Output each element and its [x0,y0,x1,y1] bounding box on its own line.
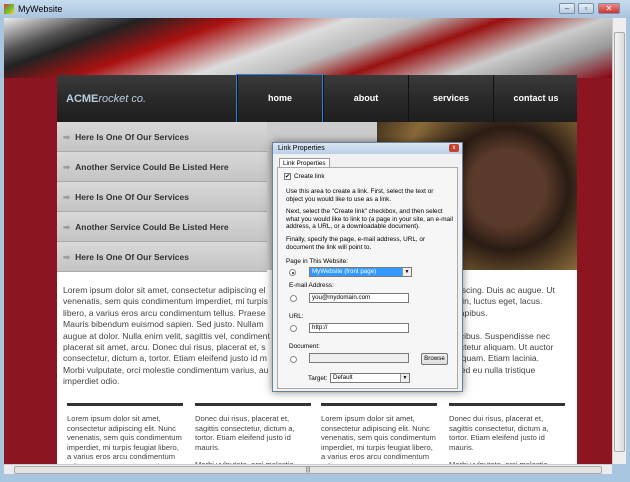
arrow-icon: ➡ [63,162,71,172]
logo-bold: ACME [66,93,99,105]
minimize-button[interactable]: – [559,3,575,14]
link-properties-dialog: Link Properties x Link Properties ✔ Crea… [272,142,463,392]
app-icon [4,4,14,14]
window-titlebar: MyWebsite – ▫ ✕ [0,0,630,18]
dialog-title: Link Properties [273,143,462,154]
document-field[interactable] [309,353,409,363]
body-text-line: venenatis, sem quis condimentum imperdie… [63,296,268,307]
body-text-line [455,376,555,387]
scroll-thumb[interactable] [614,32,625,452]
vertical-scrollbar[interactable] [612,18,626,464]
page-radio[interactable] [289,269,296,276]
column-4: Donec dui risus, placerat et, sagittis c… [449,403,565,464]
body-text-line: it quam. Etiam lacinia. [455,353,540,364]
body-text-line: placerat sit amet, arcu. Donec dui risus… [63,342,266,353]
nav-services[interactable]: services [408,75,493,122]
url-radio[interactable] [290,325,297,332]
chevron-down-icon: ▼ [400,374,409,382]
services-list: ➡ Here Is One Of Our Services ➡ Another Se… [57,122,267,272]
body-text-line: Mauris bibendum euismod sapien. Sed just… [63,319,264,330]
service-label: Here Is One Of Our Services [75,132,189,142]
body-text-right: piscing. Duis ac augue. Ut n in, luctus e… [455,285,555,388]
arrow-icon: ➡ [63,252,71,262]
logo: ACMErocket co. [66,93,146,105]
scroll-thumb[interactable]: ||| [14,466,602,474]
create-link-checkbox[interactable]: ✔ [284,173,291,180]
create-link-label: Create link [294,173,325,180]
horizontal-scrollbar[interactable]: ||| [4,464,612,474]
body-text-line: n in, luctus eget, lacus. [455,296,543,307]
arrow-icon: ➡ [63,192,71,202]
body-text-line: Lorem ipsum dolor sit amet, consectetur … [63,285,266,295]
arrow-icon: ➡ [63,222,71,232]
dialog-close-button[interactable]: x [449,144,459,152]
service-label: Another Service Could Be Listed Here [75,222,229,232]
url-label: URL: [289,313,304,320]
column-paragraph: Lorem ipsum dolor sit amet, consectetur … [321,414,436,464]
body-text-line: Sed eu nulla tristique [455,364,536,375]
service-item[interactable]: ➡ Here Is One Of Our Services [57,242,267,272]
body-text-left: Lorem ipsum dolor sit amet, consectetur … [63,285,270,388]
service-item[interactable]: ➡ Another Service Could Be Listed Here [57,212,267,242]
service-label: Here Is One Of Our Services [75,252,189,262]
service-item[interactable]: ➡ Another Service Could Be Listed Here [57,152,267,182]
close-button[interactable]: ✕ [598,3,620,14]
maximize-button[interactable]: ▫ [578,3,594,14]
help-text-1: Use this area to create a link. First, s… [286,188,434,203]
column-paragraph: Lorem ipsum dolor sit amet, consectetur … [67,414,182,464]
body-text-line: consectetur, dictum a, tortor. Etiam ele… [63,353,267,364]
header-banner-image [4,18,612,78]
column-2: Donec dui risus, placerat et, sagittis c… [195,403,311,464]
body-text-line: Morbi vulputate, orci molestie condiment… [63,364,269,375]
email-label: E-mail Address: [289,282,334,289]
body-text-line: augue at dolor. Nulla enim velit, sagitt… [63,330,270,341]
logo-italic: rocket co. [98,93,147,105]
chevron-down-icon: ▼ [402,268,411,276]
column-paragraph: Donec dui risus, placerat et, sagittis c… [195,414,295,452]
window-title: MyWebsite [18,4,63,14]
page-select[interactable]: MyWebsite (front page) ▼ [309,267,412,277]
body-text-line: ectetur aliquam. Ut auctor [455,342,554,353]
url-field[interactable]: http:// [309,323,409,333]
service-label: Here Is One Of Our Services [75,192,189,202]
nav-about[interactable]: about [323,75,408,122]
body-text-line: piscing. Duis ac augue. Ut [455,285,555,295]
nav-contact-us[interactable]: contact us [493,75,578,122]
document-radio[interactable] [290,356,297,363]
column-1: Lorem ipsum dolor sit amet, consectetur … [67,403,183,464]
body-text-line [455,319,555,330]
dialog-panel: ✔ Create link Use this area to create a … [277,167,458,389]
target-select-value: Default [333,374,353,381]
body-text-line: dapibus. [455,307,488,318]
service-item[interactable]: ➡ Here Is One Of Our Services [57,182,267,212]
email-radio[interactable] [290,295,297,302]
help-text-2: Next, select the "Create link" checkbox,… [286,208,453,231]
nav-home[interactable]: home [236,74,323,123]
nav-bar: ACMErocket co. home about services conta… [57,74,578,123]
arrow-icon: ➡ [63,132,71,142]
email-field[interactable]: you@mydomain.com [309,293,409,303]
page-label: Page in This Website: [286,258,348,265]
column-3: Lorem ipsum dolor sit amet, consectetur … [321,403,437,464]
browse-button[interactable]: Browse [421,353,448,365]
target-label: Target: [308,375,328,382]
help-text-3: Finally, specify the page, e-mail addres… [286,236,426,251]
service-label: Another Service Could Be Listed Here [75,162,229,172]
target-select[interactable]: Default ▼ [330,373,410,383]
body-text-line: ucibus. Suspendisse nec [455,330,551,341]
document-label: Document: [289,343,320,350]
body-text-line: libero, a varius eros arcu condimentum t… [63,307,266,318]
service-item[interactable]: ➡ Here Is One Of Our Services [57,122,267,152]
body-text-line: imperdiet odio. [63,376,120,387]
page-select-value: MyWebsite (front page) [312,268,377,275]
column-paragraph: Donec dui risus, placerat et, sagittis c… [449,414,549,452]
